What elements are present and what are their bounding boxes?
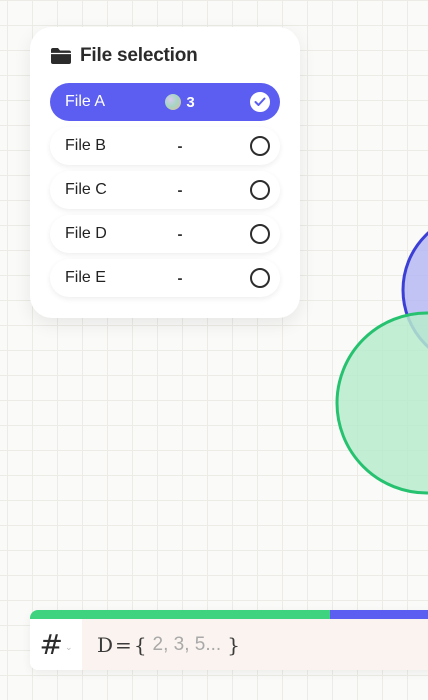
file-label: File B <box>65 137 106 154</box>
open-brace: { <box>133 632 147 657</box>
file-row-b[interactable]: File B - <box>50 127 280 165</box>
radio-icon[interactable] <box>250 136 270 156</box>
folder-icon <box>50 47 72 65</box>
set-color-strip-green <box>30 610 330 619</box>
chevron-down-icon: ⌄ <box>64 642 73 652</box>
file-row-a[interactable]: File A 3 <box>50 83 280 121</box>
file-row-e[interactable]: File E - <box>50 259 280 297</box>
set-formula-bar: # ⌄ D = { 2, 3, 5... } <box>30 610 428 670</box>
panel-header: File selection <box>50 43 280 69</box>
close-brace: } <box>227 632 240 657</box>
check-icon[interactable] <box>250 92 270 112</box>
file-count-value: - <box>177 181 183 199</box>
set-color-strip-blue <box>330 610 428 619</box>
color-swatch-icon <box>165 94 182 110</box>
venn-circle-green[interactable] <box>335 311 428 495</box>
file-count-value: - <box>177 269 183 287</box>
venn-circle-blue[interactable] <box>401 213 428 367</box>
set-type-dropdown[interactable]: # ⌄ <box>30 619 82 670</box>
file-count-value: - <box>177 225 183 243</box>
file-count: - <box>163 226 197 243</box>
radio-icon[interactable] <box>250 224 270 244</box>
file-count-value: 3 <box>186 93 195 111</box>
file-count-value: - <box>177 137 183 155</box>
file-selection-panel: File selection File A 3 File B - File C <box>30 27 300 318</box>
radio-icon[interactable] <box>250 180 270 200</box>
file-count: - <box>163 138 197 155</box>
file-row-c[interactable]: File C - <box>50 171 280 209</box>
file-label: File D <box>65 225 107 242</box>
file-label: File A <box>65 93 106 110</box>
equals-sign: = <box>115 632 132 657</box>
set-formula-input[interactable]: D = { 2, 3, 5... } <box>82 619 428 670</box>
hash-icon: # <box>39 628 63 661</box>
set-name: D <box>97 632 114 657</box>
panel-title: File selection <box>80 45 198 66</box>
file-label: File C <box>65 181 107 198</box>
file-label: File E <box>65 269 106 286</box>
file-row-d[interactable]: File D - <box>50 215 280 253</box>
file-count: - <box>163 270 197 287</box>
file-count: 3 <box>163 94 197 111</box>
set-placeholder: 2, 3, 5... <box>152 633 222 655</box>
radio-icon[interactable] <box>250 268 270 288</box>
file-count: - <box>163 182 197 199</box>
file-list: File A 3 File B - File C - File D - File… <box>50 83 280 297</box>
